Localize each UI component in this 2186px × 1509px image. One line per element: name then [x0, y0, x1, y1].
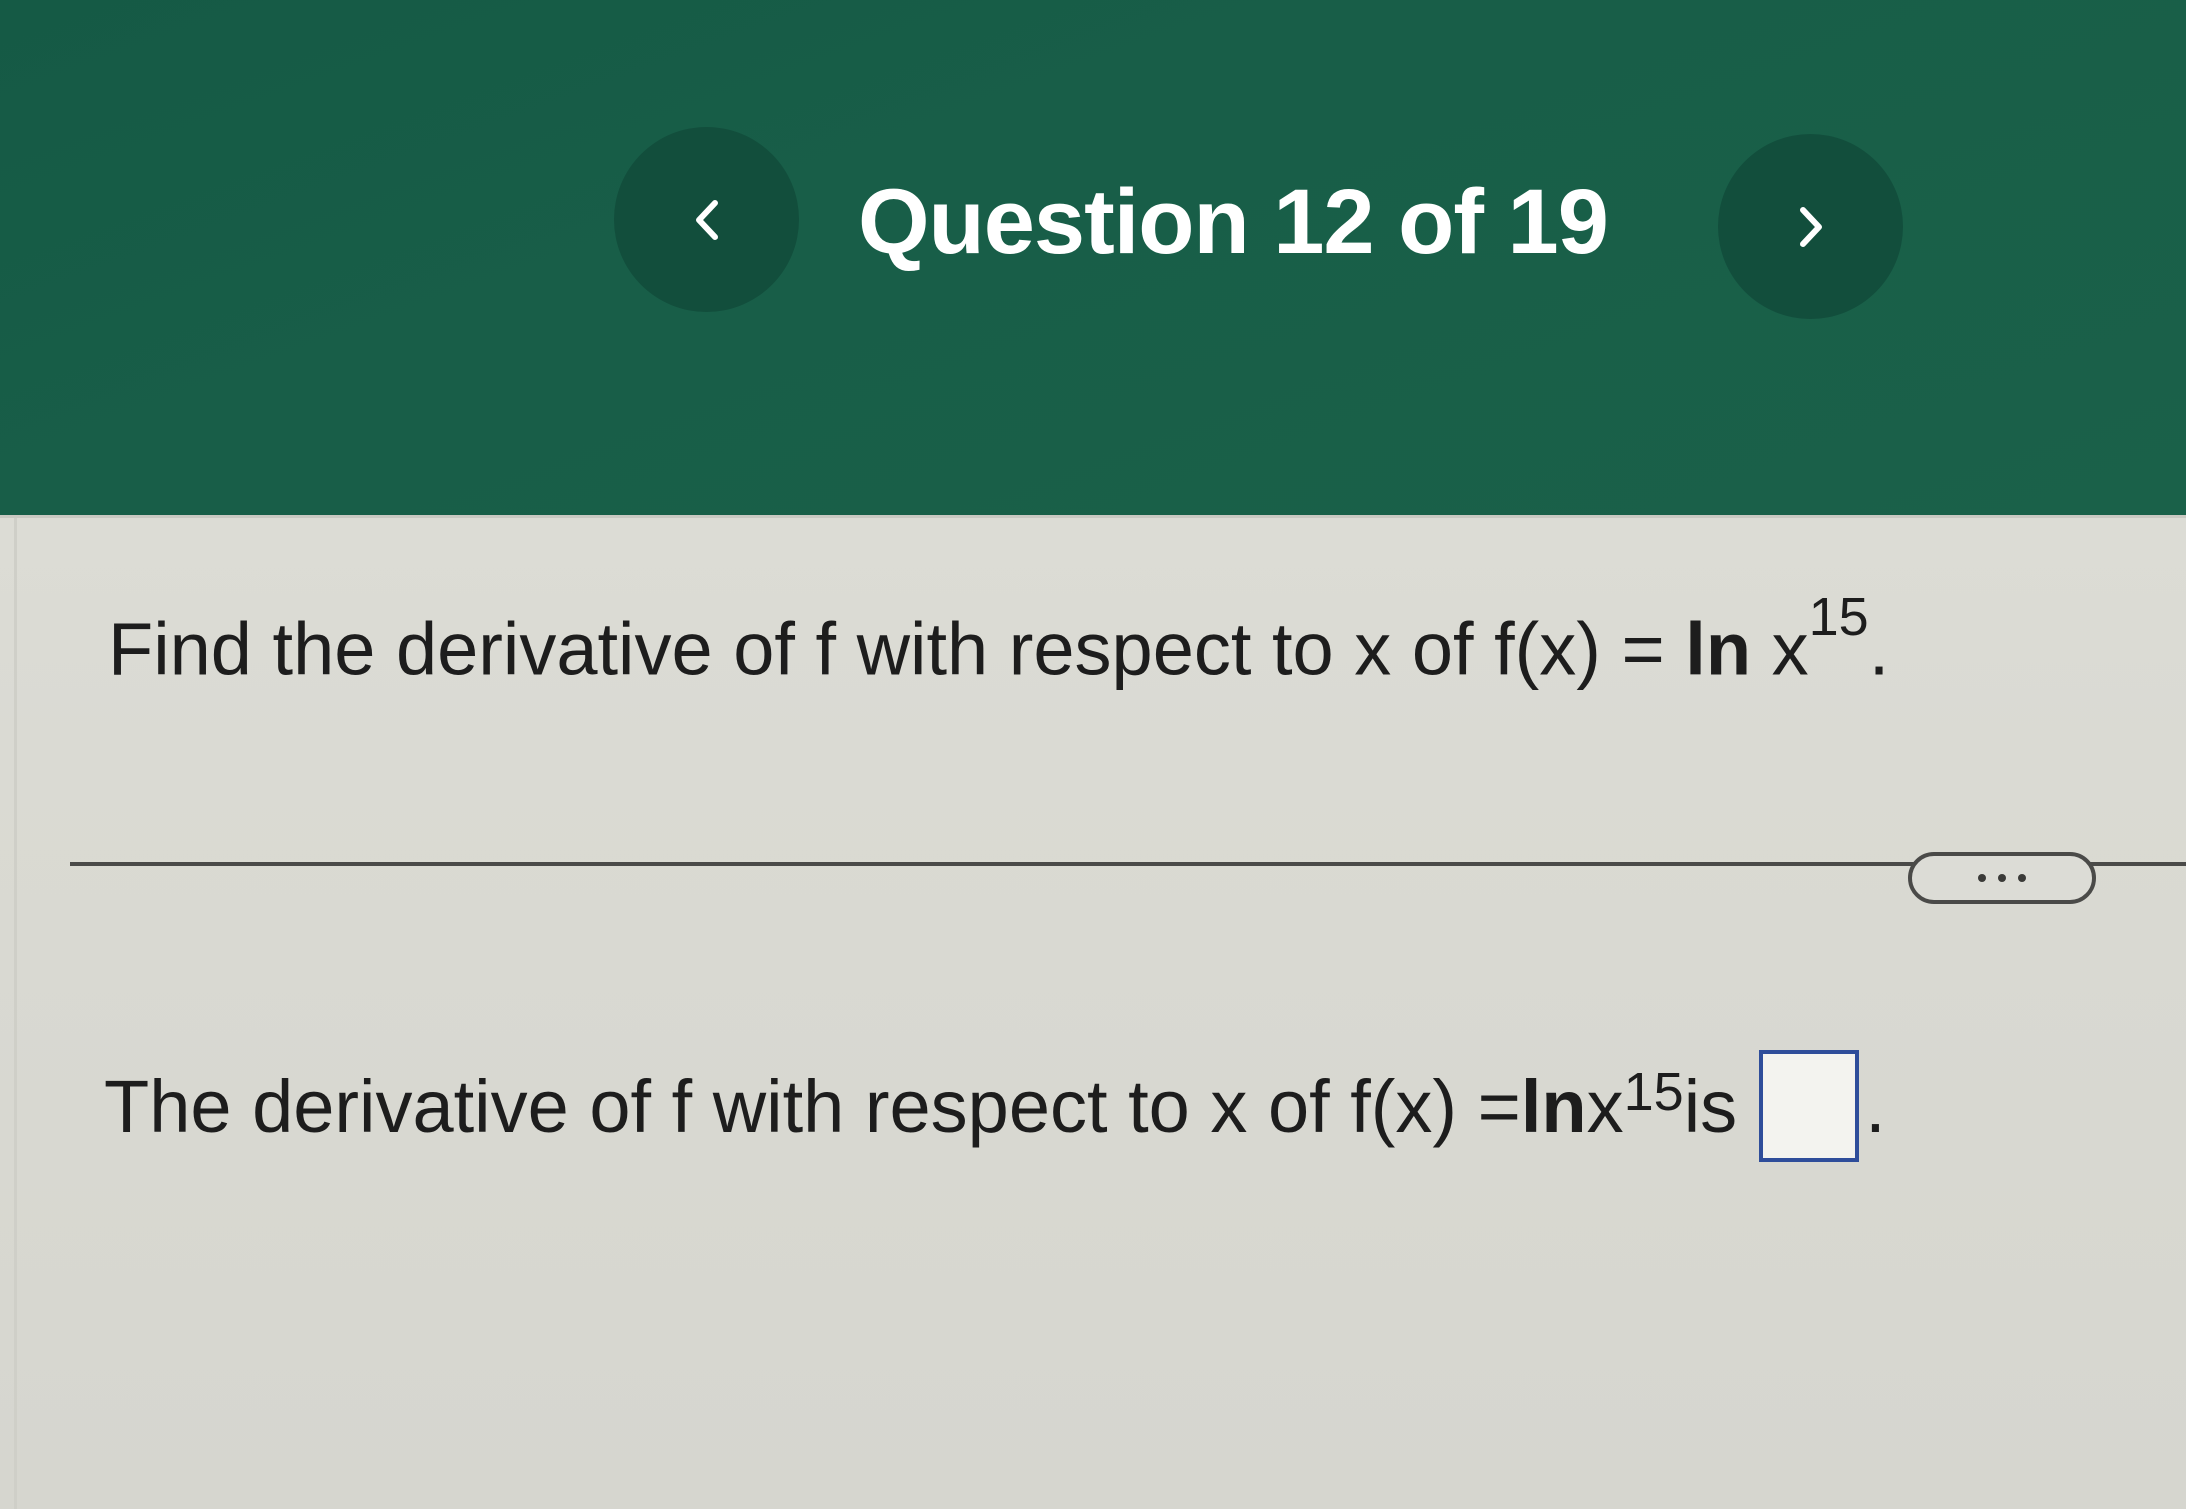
question-counter: Question 12 of 19	[858, 171, 1609, 273]
ellipsis-icon	[1978, 874, 1986, 882]
answer-variable: x	[1586, 1064, 1624, 1148]
answer-input[interactable]	[1759, 1050, 1860, 1162]
chevron-right-icon	[1799, 206, 1822, 247]
question-header: Question 12 of 19	[0, 0, 2186, 518]
question-prompt: Find the derivative of f with respect to…	[108, 587, 1890, 692]
answer-mid: is	[1683, 1064, 1738, 1148]
ellipsis-icon	[2018, 874, 2026, 882]
ellipsis-icon	[1998, 874, 2006, 882]
question-suffix: .	[1868, 607, 1890, 691]
page: Question 12 of 19 Find the derivative of…	[0, 0, 2186, 1509]
more-options-button[interactable]	[1908, 852, 2096, 904]
question-function: ln	[1685, 607, 1752, 691]
answer-suffix: .	[1865, 1064, 1886, 1148]
previous-question-button[interactable]	[614, 127, 799, 312]
section-divider	[70, 862, 2186, 866]
answer-function: ln	[1520, 1064, 1587, 1148]
answer-prefix: The derivative of f with respect to x of…	[104, 1064, 1521, 1148]
question-prefix: Find the derivative of f with respect to…	[108, 607, 1686, 691]
chevron-left-icon	[695, 199, 718, 240]
question-variable: x	[1751, 607, 1809, 691]
answer-exponent: 15	[1623, 1062, 1684, 1122]
answer-statement: The derivative of f with respect to x of…	[104, 1050, 1886, 1162]
next-question-button[interactable]	[1718, 134, 1903, 319]
question-exponent: 15	[1808, 587, 1869, 647]
